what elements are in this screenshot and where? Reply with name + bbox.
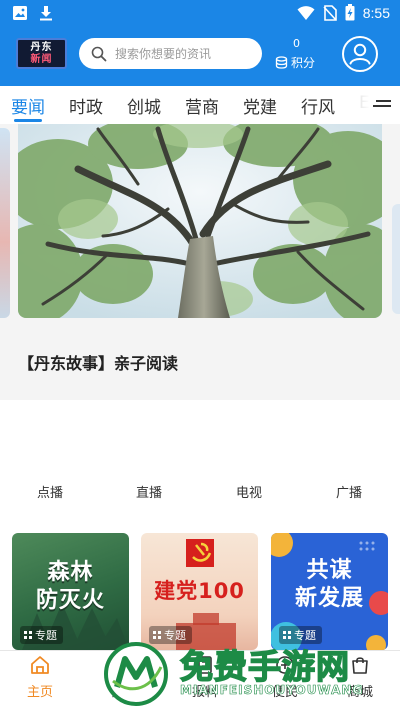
active-tab-indicator	[14, 119, 42, 122]
shortcut-live[interactable]: 直播	[136, 482, 162, 501]
points-widget[interactable]: 0 积分	[273, 37, 323, 71]
tab-business[interactable]: 营商	[185, 93, 219, 118]
previous-slide-peek[interactable]	[0, 128, 10, 318]
shortcut-tv[interactable]: 电视	[236, 482, 262, 501]
shortcut-radio[interactable]: 广播	[336, 482, 362, 501]
points-count: 0	[293, 37, 300, 50]
card-title-line: 新发展	[294, 586, 364, 611]
topic-card-party-100[interactable]: 建党100 专题	[141, 533, 258, 650]
status-bar: 8:55	[0, 0, 400, 28]
card-title-line: 共谋	[306, 558, 353, 583]
tab-news[interactable]: 要闻	[11, 93, 45, 118]
shopping-bag-icon	[352, 657, 368, 674]
download-icon	[40, 6, 52, 21]
logo-line-1: 丹东	[30, 42, 53, 53]
tab-conduct[interactable]: 行风	[301, 93, 335, 118]
search-icon	[91, 46, 107, 61]
nav-home[interactable]: 主页	[10, 655, 70, 700]
tab-politics[interactable]: 时政	[69, 93, 103, 118]
app-logo[interactable]: 丹东 新闻	[16, 38, 67, 69]
watermark-subtitle: MIANFEISHOUYOUWANG	[180, 683, 364, 698]
logo-line-2: 新闻	[30, 54, 53, 65]
tab-party[interactable]: 党建	[243, 93, 277, 118]
no-sim-icon	[323, 4, 337, 21]
home-icon	[31, 656, 49, 674]
topic-card-new-development[interactable]: 共谋 新发展 专题	[271, 533, 388, 650]
watermark-logo-icon	[104, 642, 168, 706]
status-time: 8:55	[362, 4, 390, 21]
banner-image-tree[interactable]	[18, 124, 382, 318]
grid-icon	[24, 631, 32, 639]
coin-stack-icon	[275, 56, 288, 69]
grid-icon	[283, 631, 291, 639]
banner-caption[interactable]: 【丹东故事】亲子阅读	[18, 350, 178, 374]
search-input[interactable]	[115, 46, 255, 61]
user-icon	[349, 43, 371, 65]
battery-charging-icon	[345, 4, 355, 21]
app-header: 8:55 丹东 新闻 0 积分	[0, 0, 400, 86]
nav-label: 主页	[26, 685, 53, 700]
card-title-line: 森林	[47, 560, 94, 585]
banner-carousel[interactable]: 【丹东故事】亲子阅读	[0, 124, 400, 400]
watermark-title: 免费手游网	[179, 646, 350, 687]
next-slide-peek[interactable]	[392, 204, 400, 314]
user-avatar-button[interactable]	[342, 36, 378, 72]
points-label: 积分	[291, 56, 316, 70]
wifi-icon	[297, 5, 315, 20]
topic-tag: 专题	[20, 626, 63, 644]
tab-civilization[interactable]: 创城	[127, 93, 161, 118]
shortcut-on-demand[interactable]: 点播	[37, 482, 63, 501]
topic-card-forest-fire[interactable]: 森林 防灭火 专题	[12, 533, 129, 650]
image-notification-icon	[13, 6, 27, 20]
category-tabs: 要闻 时政 创城 营商 党建 行风 E	[0, 86, 400, 124]
tab-menu-icon[interactable]	[372, 98, 392, 112]
card-title-line: 建党100	[154, 579, 245, 603]
search-bar[interactable]	[79, 38, 262, 69]
grid-icon	[153, 631, 161, 639]
card-title-line: 防灭火	[35, 588, 105, 613]
